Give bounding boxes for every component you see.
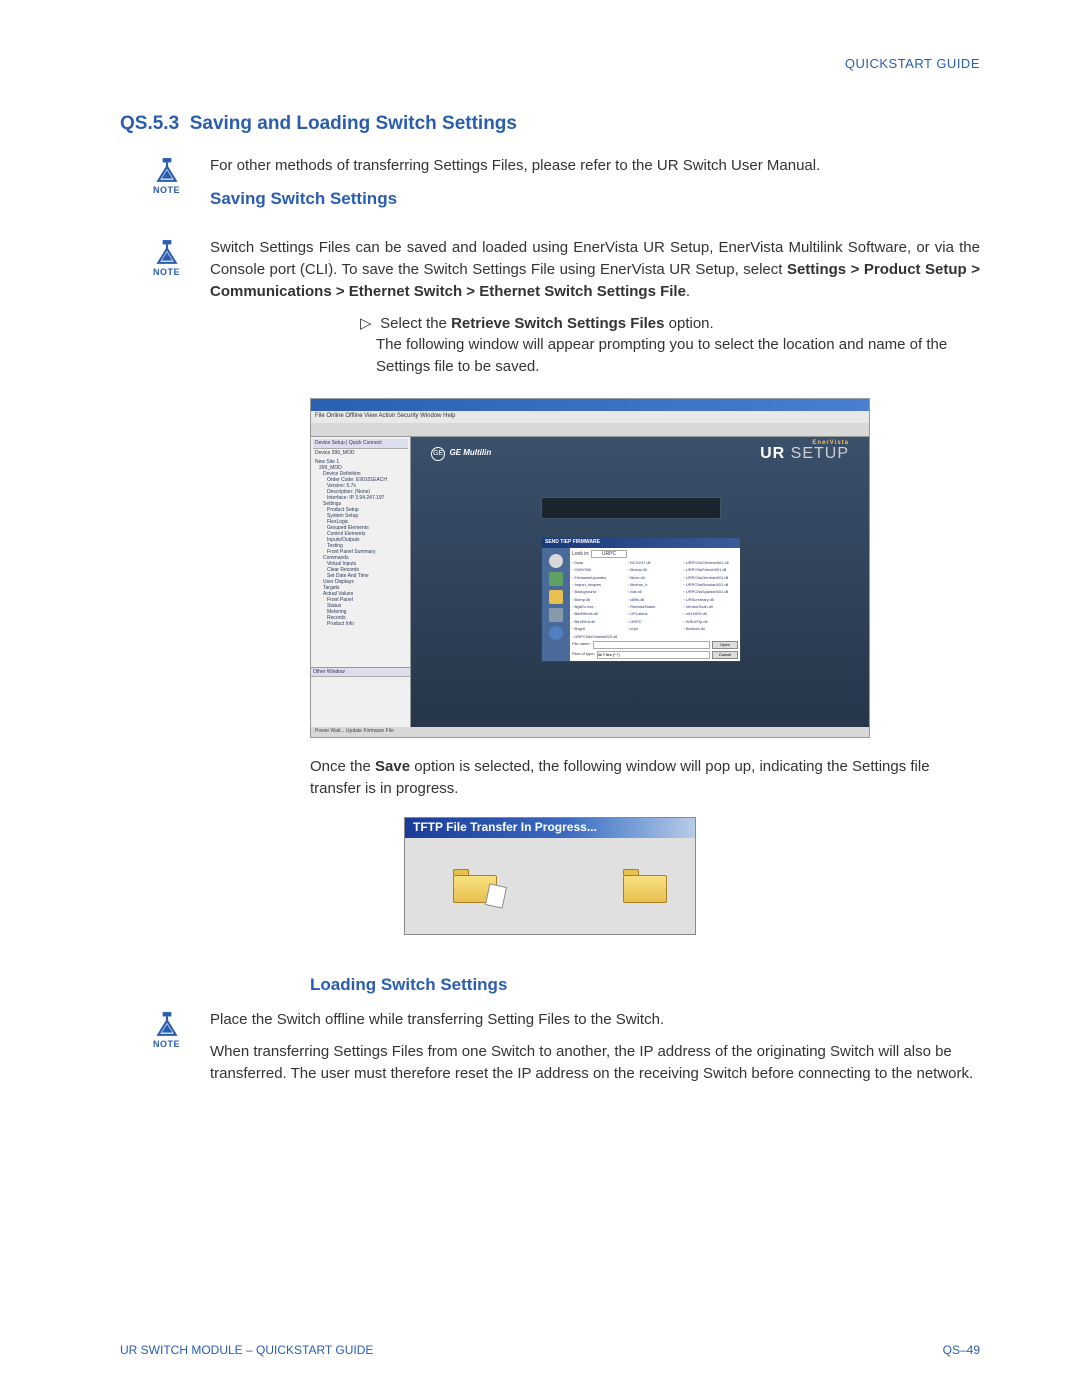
file-item[interactable]: ▫ UPLabels xyxy=(628,611,683,617)
intro-paragraph: For other methods of transferring Settin… xyxy=(210,155,980,177)
file-item[interactable]: ▫ ReleaseNotes xyxy=(628,604,683,610)
device-tree[interactable]: New Site 1399_MODDevice DefinitionOrder … xyxy=(313,457,408,627)
file-item[interactable]: ▫ olfBs.dll xyxy=(628,597,683,603)
enervista-setup-window: File Online Offline View Action Security… xyxy=(310,398,870,738)
folder-dest-icon xyxy=(623,869,667,903)
cancel-button[interactable]: Cancel xyxy=(712,651,738,659)
file-item[interactable]: ▫ Btnbork.dll xyxy=(683,626,738,632)
left-panel: Device Setup | Quick Connect Device 399_… xyxy=(311,437,411,737)
file-item[interactable]: ▫ FirmwareUpdates xyxy=(572,575,627,581)
note-label: NOTE xyxy=(153,267,180,277)
open-button[interactable]: Open xyxy=(712,641,738,649)
filename-label: File name: xyxy=(572,641,591,649)
file-item[interactable]: ▫ WSUrFtp.dll xyxy=(683,619,738,625)
bottom-panel-header: Other Window xyxy=(311,668,410,677)
file-item[interactable]: ▫ libvtran_h xyxy=(628,582,683,588)
file-item[interactable]: ▫ URPCNsGerman501.dll xyxy=(683,575,738,581)
note-label: NOTE xyxy=(153,1039,180,1049)
file-item[interactable]: ▫ Background xyxy=(572,589,627,595)
instruction-block: ▷ Select the Retrieve Switch Settings Fi… xyxy=(360,313,980,378)
folder-source-icon xyxy=(453,869,497,903)
file-item[interactable]: ▫ BgsEx.exe xyxy=(572,604,627,610)
file-item[interactable]: ▫ URPCNsChinese501.dll xyxy=(683,560,738,566)
file-item[interactable]: ▫ URPC xyxy=(628,619,683,625)
toolbar[interactable] xyxy=(311,423,869,437)
device-image xyxy=(541,497,721,519)
file-item[interactable]: ▫ URSummary.dll xyxy=(683,597,738,603)
loading-line1: Place the Switch offline while transferr… xyxy=(210,1009,980,1031)
desktop-icon[interactable] xyxy=(549,572,563,586)
filetype-label: Files of type: xyxy=(572,651,595,659)
menubar[interactable]: File Online Offline View Action Security… xyxy=(311,411,869,423)
file-item[interactable]: ▫ urpc xyxy=(628,626,683,632)
recent-folder-icon[interactable] xyxy=(549,554,563,568)
file-open-dialog: SEND TIEP FIRMWARE Look in: xyxy=(541,537,741,662)
tftp-dialog-title: TFTP File Transfer In Progress... xyxy=(405,818,695,838)
note-icon xyxy=(154,157,180,183)
dialog-title: SEND TIEP FIRMWARE xyxy=(542,538,740,548)
file-item[interactable]: ▫ URPCNsRussian501.dll xyxy=(683,582,738,588)
ur-setup-logo: EnerVista UR SETUP xyxy=(760,441,849,464)
file-item[interactable]: ▫ URPCNsFrench501.dll xyxy=(683,567,738,573)
file-item[interactable]: ▫ libvnr.dll xyxy=(628,575,683,581)
note-label: NOTE xyxy=(153,185,180,195)
loading-heading: Loading Switch Settings xyxy=(310,975,980,995)
dialog-sidebar[interactable] xyxy=(542,548,570,661)
filetype-dropdown[interactable] xyxy=(597,651,710,659)
file-item[interactable]: ▫ BCH247.dll xyxy=(628,560,683,566)
my-documents-icon[interactable] xyxy=(549,590,563,604)
footer-right: QS–49 xyxy=(943,1343,980,1357)
status-bar: Power Wait... Update Firmware File xyxy=(311,727,869,737)
file-item[interactable]: ▫ urt10009.dll xyxy=(683,611,738,617)
left-tabs[interactable]: Device Setup | Quick Connect xyxy=(313,439,408,449)
main-panel: GE GE Multilin EnerVista UR SETUP SEND T… xyxy=(411,437,869,737)
guide-header: QUICKSTART GUIDE xyxy=(120,56,980,71)
triangle-bullet-icon: ▷ xyxy=(360,313,376,335)
file-item[interactable]: ▫ Bdmp.dll xyxy=(572,597,627,603)
file-item[interactable]: ▫ C60V300 xyxy=(572,567,627,573)
note-icon xyxy=(154,239,180,265)
file-item[interactable]: ▫ Data xyxy=(572,560,627,566)
saving-paragraph: Switch Settings Files can be saved and l… xyxy=(210,237,980,302)
ge-logo: GE GE Multilin xyxy=(431,442,491,461)
file-item[interactable]: ▫ VendorScan.dll xyxy=(683,604,738,610)
lookin-dropdown[interactable]: URPC xyxy=(591,550,627,558)
my-computer-icon[interactable] xyxy=(549,608,563,622)
file-item[interactable]: ▫ URPCNsSpanish501.dll xyxy=(683,589,738,595)
file-list[interactable]: ▫ Data▫ BCH247.dll▫ URPCNsChinese501.dll… xyxy=(572,560,738,640)
filename-input[interactable] xyxy=(593,641,710,649)
saving-heading: Saving Switch Settings xyxy=(210,187,980,212)
file-item[interactable]: ▫ BtrxEfmt.dll xyxy=(572,619,627,625)
lookin-row: Look in: URPC xyxy=(572,550,738,558)
section-number: QS.5.3 xyxy=(120,113,179,134)
file-item[interactable]: ▫ Bvgr8 xyxy=(572,626,627,632)
my-network-icon[interactable] xyxy=(549,626,563,640)
file-item[interactable]: ▫ BtnEffects.dll xyxy=(572,611,627,617)
file-item[interactable]: ▫ libvhal.dll xyxy=(628,567,683,573)
footer-left: UR SWITCH MODULE – QUICKSTART GUIDE xyxy=(120,1343,373,1357)
section-name: Saving and Loading Switch Settings xyxy=(190,113,517,134)
tftp-progress-dialog: TFTP File Transfer In Progress... xyxy=(404,817,696,935)
window-titlebar xyxy=(311,399,869,411)
post-screenshot-text: Once the Save option is selected, the fo… xyxy=(310,756,980,800)
file-item[interactable]: ▫ Import_shapes xyxy=(572,582,627,588)
file-item[interactable]: ▫ lvdr.dll xyxy=(628,589,683,595)
note-icon xyxy=(154,1011,180,1037)
loading-line2: When transferring Settings Files from on… xyxy=(210,1041,980,1085)
device-selector[interactable]: Device 399_MOD xyxy=(313,449,408,457)
section-title: QS.5.3 Saving and Loading Switch Setting… xyxy=(120,113,980,135)
